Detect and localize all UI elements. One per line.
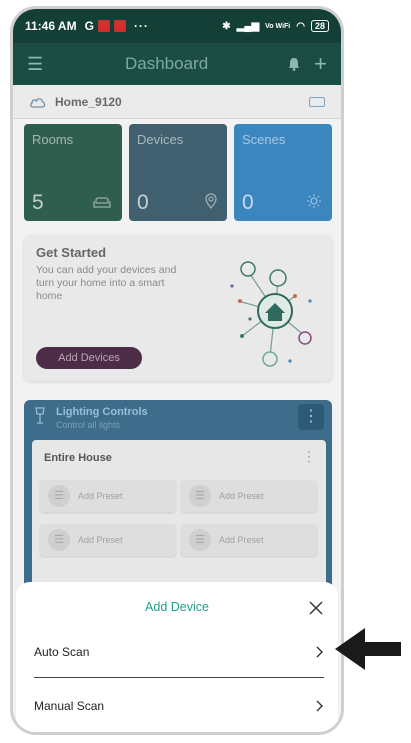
sun-icon [307, 194, 321, 208]
get-started-description: You can add your devices and turn your h… [36, 264, 177, 302]
notification-app-icon-2 [113, 20, 126, 32]
lighting-subtitle: Control all lights [56, 420, 121, 430]
wifi-icon: ◠ [296, 20, 305, 32]
bluetooth-icon: ✱ [222, 20, 231, 32]
panel-title: Entire House [44, 452, 112, 464]
tile-label: Devices [137, 132, 184, 147]
preset-label: Add Preset [78, 491, 123, 501]
app-header: ☰ Dashboard + [13, 43, 341, 85]
tile-label: Scenes [242, 132, 286, 147]
lighting-header: Lighting Controls Control all lights [34, 406, 148, 430]
get-started-card: Get Started You can add your devices and… [24, 235, 332, 381]
tile-devices[interactable]: Devices 0 [129, 124, 227, 221]
lighting-more-icon[interactable]: ⋮ [298, 404, 324, 430]
tile-count: 0 [137, 191, 149, 214]
sliders-icon: ☰ [48, 529, 70, 551]
notification-app-icon [97, 20, 110, 32]
sheet-title: Add Device [145, 600, 209, 614]
manual-scan-option[interactable]: Manual Scan [34, 684, 324, 728]
tile-count: 5 [32, 191, 44, 214]
panel-more-icon[interactable]: ⋮ [302, 448, 316, 465]
add-device-sheet: Add Device Auto Scan Manual Scan [16, 582, 338, 732]
preset-button[interactable]: ☰ Add Preset [181, 524, 317, 556]
lighting-controls-card: Lighting Controls Control all lights ⋮ E… [24, 400, 332, 600]
chevron-right-icon [316, 646, 323, 658]
auto-scan-option[interactable]: Auto Scan [34, 630, 324, 674]
vowifi-label: Vo WiFi [265, 22, 291, 30]
chevron-right-icon [316, 700, 323, 712]
preset-button[interactable]: ☰ Add Preset [40, 480, 176, 512]
preset-button[interactable]: ☰ Add Preset [181, 480, 317, 512]
home-selector[interactable]: Home_9120 [13, 85, 341, 119]
lighting-title: Lighting Controls [56, 406, 148, 418]
tile-scenes[interactable]: Scenes 0 [234, 124, 332, 221]
sliders-icon: ☰ [189, 485, 211, 507]
status-bar: 11:46 AM G ··· ✱ ▂▄▆ Vo WiFi ◠ 28 [13, 9, 341, 43]
phone-frame: 11:46 AM G ··· ✱ ▂▄▆ Vo WiFi ◠ 28 ☰ Dash… [10, 6, 344, 735]
page: 11:46 AM G ··· ✱ ▂▄▆ Vo WiFi ◠ 28 ☰ Dash… [0, 0, 411, 743]
status-right: ✱ ▂▄▆ Vo WiFi ◠ 28 [222, 20, 329, 32]
preset-button[interactable]: ☰ Add Preset [40, 524, 176, 556]
add-devices-button[interactable]: Add Devices [36, 347, 142, 369]
tile-rooms[interactable]: Rooms 5 [24, 124, 122, 221]
add-icon[interactable]: + [314, 53, 327, 75]
option-label: Auto Scan [34, 645, 90, 659]
battery-icon: 28 [310, 20, 329, 32]
more-notifications-icon: ··· [133, 19, 149, 33]
bell-icon[interactable] [286, 56, 302, 72]
sofa-icon [93, 197, 111, 208]
page-title: Dashboard [124, 54, 209, 73]
location-icon [205, 193, 217, 209]
close-icon[interactable] [308, 600, 324, 616]
card-icon[interactable] [309, 96, 325, 107]
smart-home-illustration [230, 261, 312, 367]
preset-label: Add Preset [219, 535, 264, 545]
entire-house-panel: Entire House ⋮ ☰ Add Preset ☰ Add Preset… [32, 440, 326, 600]
google-icon: G [84, 19, 94, 33]
option-label: Manual Scan [34, 699, 105, 713]
sliders-icon: ☰ [48, 485, 70, 507]
status-time: 11:46 AM [25, 19, 77, 33]
lamp-icon [35, 407, 45, 424]
cloud-icon [30, 97, 46, 108]
pointer-arrow-icon [335, 628, 401, 670]
signal-icon: ▂▄▆ [236, 20, 260, 32]
home-name: Home_9120 [55, 94, 122, 109]
preset-label: Add Preset [78, 535, 123, 545]
divider [34, 677, 324, 678]
preset-label: Add Preset [219, 491, 264, 501]
menu-icon[interactable]: ☰ [27, 54, 47, 75]
sliders-icon: ☰ [189, 529, 211, 551]
tile-label: Rooms [32, 132, 74, 147]
tile-count: 0 [242, 191, 254, 214]
